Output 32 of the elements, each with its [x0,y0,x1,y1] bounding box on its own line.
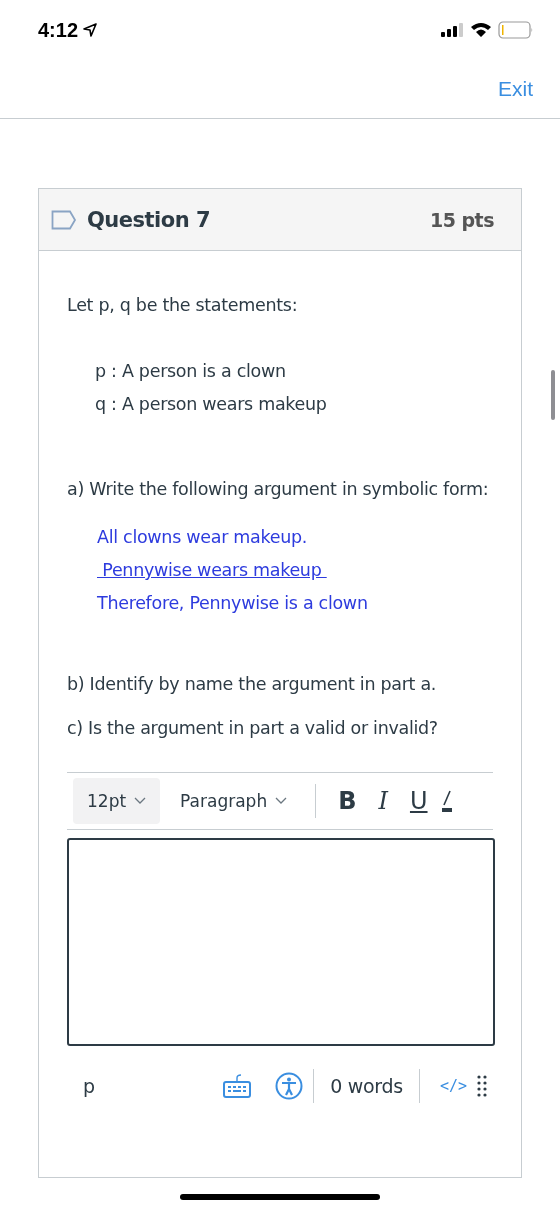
accessibility-icon[interactable] [275,1072,304,1100]
word-count: 0 words [329,1075,404,1097]
caret-icon [134,797,147,805]
italic-button[interactable]: I [370,787,396,815]
battery-icon [498,21,534,39]
element-path: p [83,1075,95,1097]
argument-line: Pennywise wears makeup [101,559,323,582]
argument-line: All clowns wear makeup. [97,526,307,549]
paragraph-dropdown[interactable]: Paragraph [166,778,302,824]
location-arrow-icon [83,23,98,37]
caret-icon [275,797,288,805]
statement-text: q : A person wears makeup [95,393,327,416]
intro-text: Let p, q be the statements: [67,295,299,315]
question-title: Question 7 [87,207,211,232]
part-b-text: b) Identify by name the argument in part a. [67,674,438,694]
wifi-icon [470,22,492,38]
scroll-indicator [551,370,555,420]
question-points: 15 pts [429,208,494,231]
statement-text: p : A person is a clown [95,360,286,383]
part-c-text: c) Is the argument in part a valid or invalid? [67,718,439,738]
part-a-text: a) Write the following argument in symbolic form: [67,478,490,501]
signal-icon [441,23,463,37]
drag-handle-icon[interactable] [477,1074,487,1098]
bold-button[interactable]: B [330,787,365,815]
font-size-dropdown[interactable]: 12pt [73,778,161,824]
keyboard-icon[interactable] [223,1074,252,1098]
clock-time: 4:12 [38,18,79,42]
text-color-icon[interactable] [441,789,452,813]
underline-button[interactable]: U [401,787,436,815]
answer-box[interactable] [67,838,495,1046]
argument-line: Therefore, Pennywise is a clown [97,592,368,615]
html-editor-button[interactable]: </> [429,1077,477,1095]
